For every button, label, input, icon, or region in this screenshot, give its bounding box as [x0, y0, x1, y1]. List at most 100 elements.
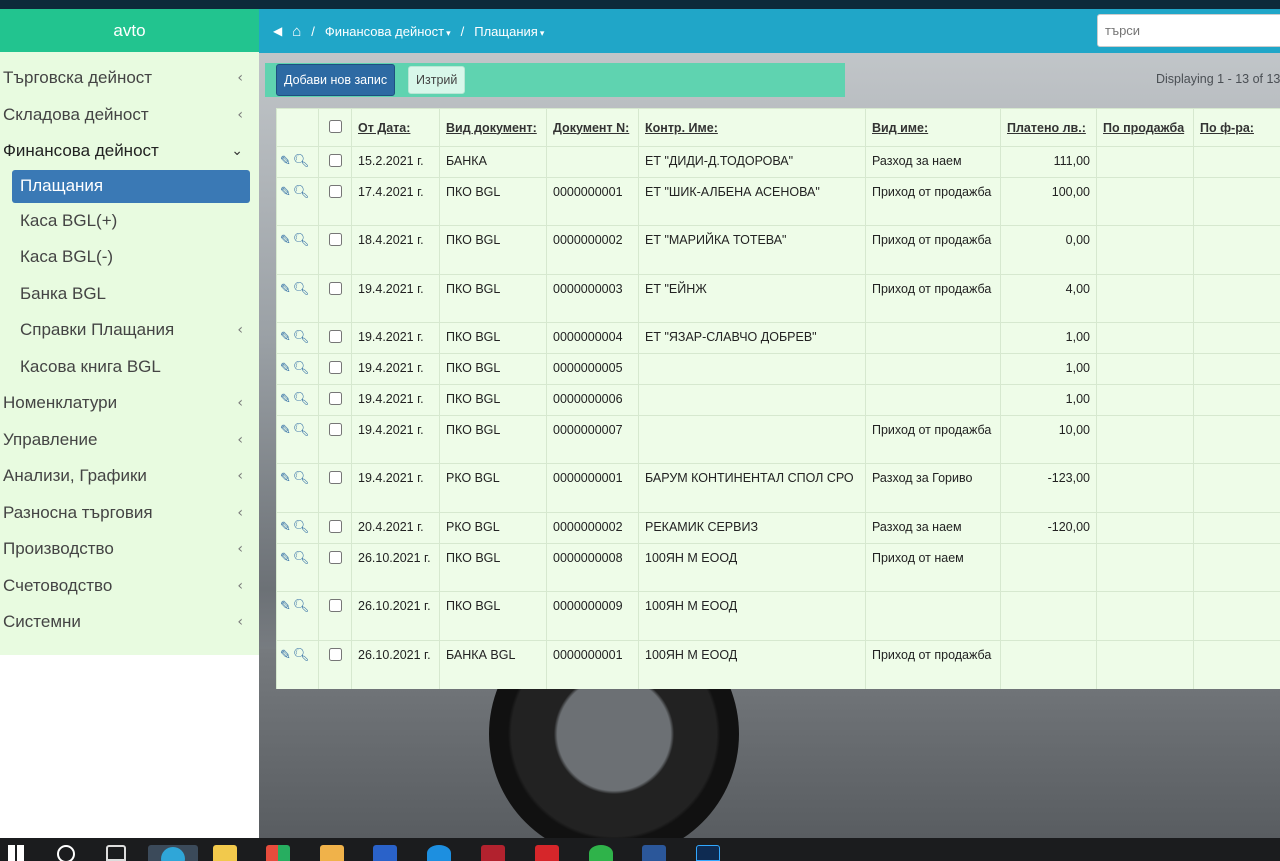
table-row[interactable]: ✎ 🔍︎ 19.4.2021 г. ПКО BGL 0000000003 ЕТ "ЕЙНЖ… [276, 274, 1280, 323]
header-type-name[interactable]: Вид име: [865, 108, 1001, 147]
row-actions: ✎ 🔍︎ [276, 543, 319, 592]
word-icon[interactable] [642, 845, 666, 861]
sidebar-item-warehouse[interactable]: Складова дейност ‹ [0, 97, 259, 134]
brand-logo[interactable]: avto [0, 9, 259, 52]
task-view-icon[interactable] [106, 845, 126, 861]
row-checkbox[interactable] [328, 648, 342, 661]
magnifier-icon[interactable]: 🔍︎ [293, 392, 310, 407]
teamviewer-icon[interactable] [427, 845, 451, 861]
mail-icon[interactable] [320, 845, 344, 861]
back-arrow-icon[interactable]: ◀ [273, 24, 282, 38]
magnifier-icon[interactable]: 🔍︎ [293, 282, 310, 297]
app4-icon[interactable] [589, 845, 613, 861]
pencil-icon[interactable]: ✎ [280, 599, 291, 614]
pencil-icon[interactable]: ✎ [280, 282, 291, 297]
magnifier-icon[interactable]: 🔍︎ [293, 471, 310, 486]
magnifier-icon[interactable]: 🔍︎ [293, 551, 310, 566]
windows-icon[interactable] [8, 845, 24, 861]
table-row[interactable]: ✎🔍︎19.4.2021 г.ПКО BGL00000000051,00+ [276, 353, 1280, 385]
sidebar-item-cash-minus[interactable]: Каса BGL(-) [0, 239, 259, 276]
pencil-icon[interactable]: ✎ [280, 185, 291, 200]
sidebar-item-system[interactable]: Системни ‹ [0, 604, 259, 641]
row-checkbox[interactable] [328, 185, 342, 198]
sidebar-item-production[interactable]: Производство ‹ [0, 531, 259, 568]
pencil-icon[interactable]: ✎ [280, 154, 291, 169]
header-by-invoice[interactable]: По ф-ра: [1193, 108, 1280, 147]
sidebar-item-accounting[interactable]: Счетоводство ‹ [0, 568, 259, 605]
magnifier-icon[interactable]: 🔍︎ [293, 520, 310, 535]
pencil-icon[interactable]: ✎ [280, 233, 291, 248]
row-checkbox[interactable] [328, 551, 342, 564]
table-row[interactable]: ✎ 🔍︎ 19.4.2021 г. ПКО BGL 0000000007 Приход о… [276, 415, 1280, 464]
edge-icon[interactable] [148, 845, 198, 861]
magnifier-icon[interactable]: 🔍︎ [293, 599, 310, 614]
pencil-icon[interactable]: ✎ [280, 330, 291, 345]
table-row[interactable]: ✎ 🔍︎ 26.10.2021 г. ПКО BGL 0000000008 100ЯН М… [276, 543, 1280, 592]
pencil-icon[interactable]: ✎ [280, 471, 291, 486]
table-row[interactable]: ✎ 🔍︎ 19.4.2021 г. ПКО BGL 0000000004 ЕТ "ЯЗАР… [276, 322, 1280, 354]
row-checkbox[interactable] [328, 154, 342, 167]
sidebar-item-cash-plus[interactable]: Каса BGL(+) [0, 203, 259, 240]
table-row[interactable]: ✎🔍︎19.4.2021 г.ПКО BGL00000000061,00+ [276, 384, 1280, 416]
row-checkbox[interactable] [328, 361, 342, 374]
header-date[interactable]: От Дата: [351, 108, 440, 147]
table-row[interactable]: ✎ 🔍︎ 26.10.2021 г. БАНКА BGL 0000000001 100ЯН… [276, 640, 1280, 689]
pencil-icon[interactable]: ✎ [280, 392, 291, 407]
magnifier-icon[interactable]: 🔍︎ [293, 330, 310, 345]
sidebar-item-finance[interactable]: Финансова дейност ⌄ [0, 133, 259, 170]
magnifier-icon[interactable]: 🔍︎ [293, 648, 310, 663]
sidebar-item-delivery-trade[interactable]: Разносна търговия ‹ [0, 495, 259, 532]
magnifier-icon[interactable]: 🔍︎ [293, 361, 310, 376]
photoshop-icon[interactable] [696, 845, 720, 861]
pencil-icon[interactable]: ✎ [280, 423, 291, 438]
magnifier-icon[interactable]: 🔍︎ [293, 154, 310, 169]
table-row[interactable]: ✎ 🔍︎ 18.4.2021 г. ПКО BGL 0000000002 ЕТ "МАРИ… [276, 225, 1280, 275]
row-checkbox[interactable] [328, 423, 342, 436]
search-icon[interactable] [57, 845, 75, 861]
store-icon[interactable] [266, 845, 290, 861]
breadcrumb-finance[interactable]: Финансова дейност ▾ [325, 24, 451, 39]
app1-icon[interactable] [373, 845, 397, 861]
delete-button[interactable]: Изтрий [408, 66, 466, 94]
explorer-icon[interactable] [213, 845, 237, 861]
sidebar-item-nomenclatures[interactable]: Номенклатури ‹ [0, 385, 259, 422]
row-checkbox[interactable] [328, 520, 342, 533]
breadcrumb-payments[interactable]: Плащания ▾ [474, 24, 544, 39]
magnifier-icon[interactable]: 🔍︎ [293, 185, 310, 200]
header-by-sale[interactable]: По продажба [1096, 108, 1194, 147]
pencil-icon[interactable]: ✎ [280, 551, 291, 566]
sidebar-item-trade[interactable]: Търговска дейност ‹ [0, 60, 259, 97]
header-doc-type[interactable]: Вид документ: [439, 108, 547, 147]
magnifier-icon[interactable]: 🔍︎ [293, 423, 310, 438]
pencil-icon[interactable]: ✎ [280, 520, 291, 535]
row-checkbox[interactable] [328, 392, 342, 405]
sidebar-item-payment-reports[interactable]: Справки Плащания ‹ [0, 312, 259, 349]
table-row[interactable]: ✎ 🔍︎ 19.4.2021 г. РКО BGL 0000000001 БАРУМ КО… [276, 463, 1280, 513]
sidebar-item-payments[interactable]: Плащания [12, 169, 250, 203]
sidebar-item-bank[interactable]: Банка BGL [0, 276, 259, 313]
row-checkbox[interactable] [328, 471, 342, 484]
header-paid[interactable]: Платено лв.: [1000, 108, 1097, 147]
sidebar-item-management[interactable]: Управление ‹ [0, 422, 259, 459]
table-row[interactable]: ✎ 🔍︎ 20.4.2021 г. РКО BGL 0000000002 РЕКАМИК … [276, 512, 1280, 544]
select-all-checkbox[interactable] [328, 119, 342, 133]
row-checkbox[interactable] [328, 282, 342, 295]
row-checkbox[interactable] [328, 233, 342, 246]
header-doc-number[interactable]: Документ N: [546, 108, 639, 147]
pencil-icon[interactable]: ✎ [280, 361, 291, 376]
search-input[interactable] [1097, 14, 1280, 47]
sidebar-item-analytics[interactable]: Анализи, Графики ‹ [0, 458, 259, 495]
table-row[interactable]: ✎ 🔍︎ 15.2.2021 г. БАНКА ЕТ "ДИДИ-Д.ТОДОРОВА"… [276, 146, 1280, 178]
app3-icon[interactable] [535, 845, 559, 861]
table-row[interactable]: ✎ 🔍︎ 26.10.2021 г. ПКО BGL 0000000009 100ЯН М… [276, 591, 1280, 641]
row-checkbox[interactable] [328, 599, 342, 612]
row-checkbox[interactable] [328, 330, 342, 343]
header-contractor[interactable]: Контр. Име: [638, 108, 866, 147]
table-row[interactable]: ✎ 🔍︎ 17.4.2021 г. ПКО BGL 0000000001 ЕТ "ШИК-… [276, 177, 1280, 226]
home-icon[interactable]: ⌂ [292, 23, 301, 40]
sidebar-item-cash-book[interactable]: Касова книга BGL [0, 349, 259, 386]
add-record-button[interactable]: Добави нов запис [276, 64, 396, 96]
app2-icon[interactable] [481, 845, 505, 861]
pencil-icon[interactable]: ✎ [280, 648, 291, 663]
magnifier-icon[interactable]: 🔍︎ [293, 233, 310, 248]
